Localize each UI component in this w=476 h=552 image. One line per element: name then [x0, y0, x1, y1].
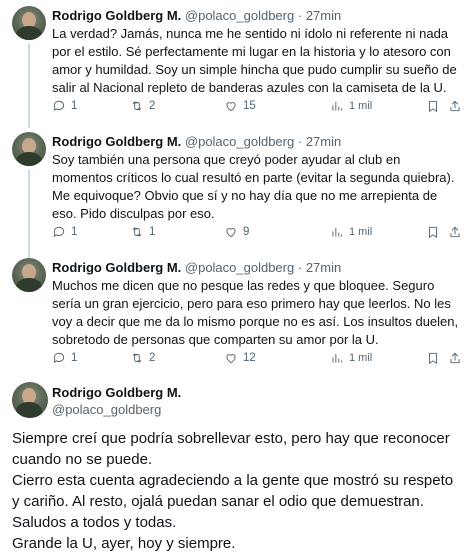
tweet-text: La verdad? Jamás, nunca me he sentido ni… [52, 26, 457, 95]
tweet-actions: 1 2 12 1 mil [52, 350, 464, 366]
share-icon [450, 226, 460, 238]
separator-dot: · [297, 8, 303, 23]
thread-connector-line [28, 170, 30, 258]
tweet-header: Rodrigo Goldberg M. @polaco_goldberg · 2… [52, 134, 341, 150]
view-count: 1 mil [349, 226, 373, 238]
author-handle[interactable]: @polaco_goldberg [185, 8, 294, 23]
reply-button[interactable]: 1 [52, 350, 77, 366]
tweet-time[interactable]: 27min [306, 134, 341, 149]
main-tweet-header: Rodrigo Goldberg M. @polaco_goldberg [52, 384, 181, 418]
main-tweet-line: Cierro esta cuenta agradeciendo a la gen… [12, 472, 454, 510]
views-button[interactable]: 1 mil [330, 350, 372, 366]
share-button[interactable] [448, 350, 462, 366]
author-name[interactable]: Rodrigo Goldberg M. [52, 384, 181, 401]
reply-count: 1 [71, 100, 78, 112]
avatar[interactable] [12, 258, 46, 292]
views-icon [332, 353, 343, 363]
author-handle[interactable]: @polaco_goldberg [185, 134, 294, 149]
retweet-button[interactable]: 2 [130, 350, 155, 366]
share-button[interactable] [448, 98, 462, 114]
retweet-count: 2 [149, 352, 156, 364]
tweet-thread: Rodrigo Goldberg M. @polaco_goldberg · 2… [0, 0, 476, 552]
like-icon [226, 354, 236, 364]
tweet-header: Rodrigo Goldberg M. @polaco_goldberg · 2… [52, 260, 341, 276]
views-icon [332, 101, 343, 111]
author-handle[interactable]: @polaco_goldberg [185, 260, 294, 275]
retweet-button[interactable]: 1 [130, 224, 155, 240]
author-handle[interactable]: @polaco_goldberg [52, 401, 181, 418]
bookmark-icon [429, 100, 437, 113]
tweet-text: Soy también una persona que creyó poder … [52, 152, 455, 221]
view-count: 1 mil [349, 100, 373, 112]
share-icon [450, 352, 460, 364]
avatar[interactable] [12, 132, 46, 166]
author-name[interactable]: Rodrigo Goldberg M. [52, 260, 181, 275]
tweet-header: Rodrigo Goldberg M. @polaco_goldberg · 2… [52, 8, 341, 24]
main-tweet-line: Siempre creí que podría sobrellevar esto… [12, 430, 450, 468]
reply-icon [53, 226, 65, 237]
bookmark-icon [429, 226, 437, 239]
retweet-icon [132, 101, 142, 111]
like-button[interactable]: 9 [224, 224, 249, 240]
like-button[interactable]: 15 [224, 98, 256, 114]
reply-icon [53, 100, 65, 111]
share-button[interactable] [448, 224, 462, 240]
like-icon [226, 228, 236, 238]
like-icon [226, 102, 236, 112]
tweet-text: Muchos me dicen que no pesque las redes … [52, 278, 459, 347]
share-icon [450, 100, 460, 112]
author-name[interactable]: Rodrigo Goldberg M. [52, 134, 181, 149]
separator-dot: · [297, 134, 303, 149]
tweet-time[interactable]: 27min [306, 260, 341, 275]
reply-button[interactable]: 1 [52, 98, 77, 114]
avatar[interactable] [12, 382, 48, 418]
view-count: 1 mil [349, 352, 373, 364]
reply-button[interactable]: 1 [52, 224, 77, 240]
views-button[interactable]: 1 mil [330, 224, 372, 240]
bookmark-icon [429, 352, 437, 365]
thread-connector-line [28, 44, 30, 128]
main-tweet-line: Saludos a todos y todas. [12, 514, 177, 531]
reply-count: 1 [71, 226, 78, 238]
author-name[interactable]: Rodrigo Goldberg M. [52, 8, 181, 23]
avatar[interactable] [12, 6, 46, 40]
like-count: 15 [243, 100, 256, 112]
like-count: 12 [243, 352, 256, 364]
retweet-icon [132, 353, 142, 363]
bookmark-button[interactable] [426, 98, 440, 114]
bookmark-button[interactable] [426, 224, 440, 240]
retweet-icon [132, 227, 142, 237]
retweet-count: 2 [149, 100, 156, 112]
separator-dot: · [297, 260, 303, 275]
tweet-time[interactable]: 27min [306, 8, 341, 23]
main-tweet-line: Grande la U, ayer, hoy y siempre. [12, 535, 236, 552]
like-count: 9 [243, 226, 250, 238]
reply-icon [53, 352, 65, 363]
views-icon [332, 227, 343, 237]
tweet-actions: 1 2 15 1 mil [52, 98, 464, 114]
views-button[interactable]: 1 mil [330, 98, 372, 114]
reply-count: 1 [71, 352, 78, 364]
like-button[interactable]: 12 [224, 350, 256, 366]
retweet-count: 1 [149, 226, 156, 238]
retweet-button[interactable]: 2 [130, 98, 155, 114]
tweet-actions: 1 1 9 1 mil [52, 224, 464, 240]
main-tweet-text: Siempre creí que podría sobrellevar esto… [12, 428, 464, 552]
bookmark-button[interactable] [426, 350, 440, 366]
